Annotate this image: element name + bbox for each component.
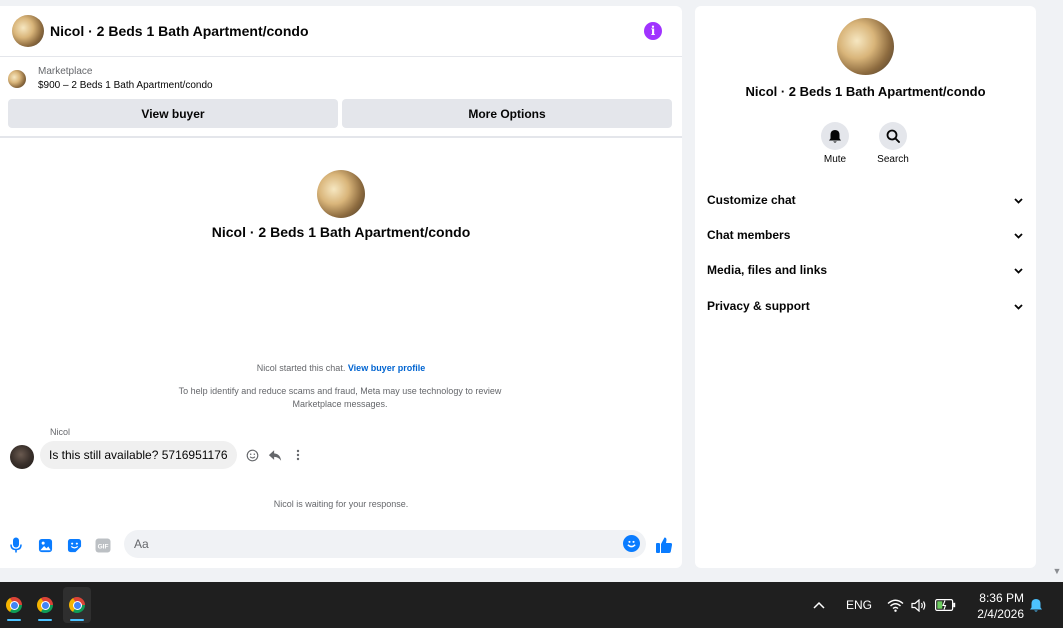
chat-title[interactable]: Nicol · 2 Beds 1 Bath Apartment/condo	[50, 23, 309, 39]
search-label: Search	[877, 154, 909, 165]
mute-button[interactable]: Mute	[805, 122, 865, 165]
section-privacy-support[interactable]: Privacy & support	[707, 299, 1023, 313]
listing-price-title: $900 – 2 Beds 1 Bath Apartment/condo	[38, 80, 213, 91]
microphone-icon[interactable]	[7, 536, 25, 554]
message-input[interactable]	[124, 530, 646, 558]
react-icon[interactable]	[245, 448, 260, 463]
info-avatar[interactable]	[837, 18, 894, 75]
composer: GIF	[0, 530, 682, 560]
bell-icon[interactable]	[821, 122, 849, 150]
scam-notice: To help identify and reduce scams and fr…	[178, 386, 502, 409]
gif-icon[interactable]: GIF	[94, 536, 112, 554]
chat-panel: Nicol · 2 Beds 1 Bath Apartment/condo i …	[0, 6, 682, 568]
conversation-info-panel: Nicol · 2 Beds 1 Bath Apartment/condo Mu…	[695, 6, 1036, 568]
section-media-files-links[interactable]: Media, files and links	[707, 263, 1023, 277]
running-indicator	[7, 619, 21, 621]
more-dots-icon[interactable]	[291, 448, 306, 463]
intro-title: Nicol · 2 Beds 1 Bath Apartment/condo	[211, 224, 471, 240]
mute-label: Mute	[823, 154, 847, 165]
listing-avatar[interactable]	[12, 15, 44, 47]
message-row: Is this still available? 5716951176	[10, 441, 306, 469]
chevron-down-icon	[1014, 193, 1023, 207]
running-indicator	[38, 619, 52, 621]
chrome-icon	[37, 597, 53, 613]
running-indicator	[70, 619, 84, 621]
chat-started-text: Nicol started this chat.	[256, 363, 346, 373]
taskbar-app-chrome-3[interactable]	[63, 587, 91, 623]
chrome-icon	[69, 597, 85, 613]
show-hidden-icons-chevron-up-icon[interactable]	[813, 582, 825, 628]
chat-intro: Nicol · 2 Beds 1 Bath Apartment/condo	[0, 170, 682, 240]
info-title: Nicol · 2 Beds 1 Bath Apartment/condo	[745, 84, 986, 99]
chat-header: Nicol · 2 Beds 1 Bath Apartment/condo i	[0, 6, 682, 57]
time-text: 8:36 PM	[979, 591, 1024, 605]
section-label: Customize chat	[707, 193, 796, 207]
view-buyer-profile-link[interactable]: View buyer profile	[348, 363, 425, 373]
marketplace-listing-row[interactable]: Marketplace $900 – 2 Beds 1 Bath Apartme…	[0, 57, 682, 99]
chat-started-notice: Nicol started this chat. View buyer prof…	[0, 362, 682, 375]
reply-icon[interactable]	[268, 448, 283, 463]
taskbar: ENG 8:36 PM 2/4/2026	[0, 582, 1063, 628]
wifi-icon[interactable]	[887, 582, 904, 628]
emoji-icon[interactable]	[623, 535, 640, 552]
section-label: Privacy & support	[707, 299, 810, 313]
section-customize-chat[interactable]: Customize chat	[707, 193, 1023, 207]
photo-icon[interactable]	[36, 536, 54, 554]
sender-name: Nicol	[50, 427, 71, 437]
section-label: Media, files and links	[707, 263, 828, 277]
sticker-icon[interactable]	[65, 536, 83, 554]
chevron-down-icon	[1014, 263, 1023, 277]
section-chat-members[interactable]: Chat members	[707, 228, 1023, 242]
chrome-icon	[6, 597, 22, 613]
chevron-down-icon	[1014, 228, 1023, 242]
clock[interactable]: 8:36 PM 2/4/2026	[966, 590, 1024, 622]
more-options-button[interactable]: More Options	[342, 99, 672, 128]
view-buyer-button[interactable]: View buyer	[8, 99, 338, 128]
marketplace-label: Marketplace	[38, 66, 93, 77]
listing-thumbnail	[8, 70, 26, 88]
message-bubble[interactable]: Is this still available? 5716951176	[40, 441, 237, 469]
action-buttons: View buyer More Options	[0, 99, 682, 138]
scroll-down-arrow[interactable]: ▼	[1051, 566, 1063, 578]
taskbar-app-chrome-1[interactable]	[0, 587, 28, 623]
battery-icon[interactable]	[935, 582, 956, 628]
search-icon[interactable]	[879, 122, 907, 150]
taskbar-app-chrome-2[interactable]	[31, 587, 59, 623]
waiting-notice: Nicol is waiting for your response.	[273, 499, 409, 509]
intro-avatar	[317, 170, 365, 218]
date-text: 2/4/2026	[977, 607, 1024, 621]
sender-avatar[interactable]	[10, 445, 34, 469]
chevron-down-icon	[1014, 299, 1023, 313]
notification-bell-icon[interactable]	[1029, 582, 1043, 628]
info-icon[interactable]: i	[644, 22, 662, 40]
thumbs-up-icon[interactable]	[654, 535, 674, 555]
search-button[interactable]: Search	[863, 122, 923, 165]
language-indicator[interactable]: ENG	[846, 582, 872, 628]
svg-text:GIF: GIF	[98, 543, 109, 550]
volume-icon[interactable]	[911, 582, 927, 628]
listing-info: Marketplace $900 – 2 Beds 1 Bath Apartme…	[38, 65, 213, 93]
section-label: Chat members	[707, 228, 791, 242]
